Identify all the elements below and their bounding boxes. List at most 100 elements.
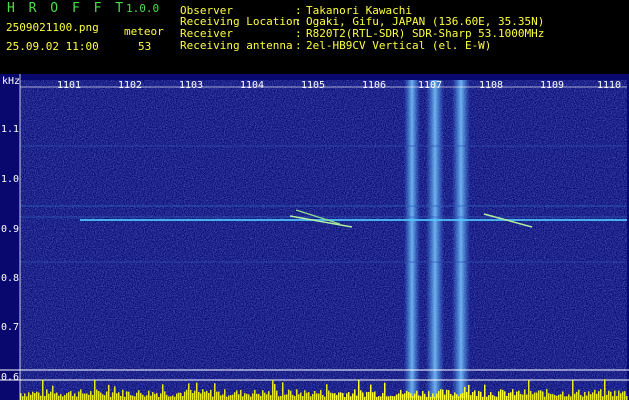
baseline-bar (530, 390, 532, 400)
baseline-bar (538, 390, 540, 400)
baseline-bar (42, 379, 44, 400)
baseline-bar (262, 390, 264, 400)
baseline-bar (30, 394, 32, 400)
baseline-bar (604, 379, 606, 400)
baseline-bar (516, 391, 518, 400)
baseline-bar (340, 392, 342, 400)
baseline-bar (182, 396, 184, 400)
baseline-bar (28, 392, 30, 400)
baseline-bar (176, 393, 178, 400)
baseline-bar (190, 389, 192, 400)
x-tick-label: 1103 (179, 80, 204, 91)
baseline-bar (48, 393, 50, 400)
baseline-bar (512, 389, 514, 400)
baseline-bar (354, 389, 356, 400)
baseline-bar (196, 382, 198, 400)
baseline-bar (470, 395, 472, 400)
baseline-bar (332, 393, 334, 400)
baseline-bar (304, 390, 306, 400)
baseline-bar (432, 393, 434, 400)
baseline-bar (532, 394, 534, 400)
baseline-bar (528, 380, 530, 400)
baseline-bar (360, 390, 362, 400)
baseline-bar (452, 395, 454, 400)
baseline-bar (368, 391, 370, 400)
baseline-bar (260, 395, 262, 400)
baseline-bar (210, 389, 212, 400)
y-tick-label: 1.0 (1, 174, 20, 185)
baseline-bar (86, 393, 88, 400)
baseline-bar (202, 389, 204, 400)
baseline-bar (192, 393, 194, 400)
baseline-bar (388, 396, 390, 400)
baseline-bar (290, 390, 292, 400)
colon: : (295, 39, 302, 52)
baseline-bar (146, 395, 148, 400)
baseline-bar (400, 389, 402, 400)
baseline-bar (170, 396, 172, 400)
baseline-bar (576, 391, 578, 400)
baseline-bar (398, 393, 400, 400)
baseline-bar (294, 395, 296, 400)
baseline-bar (454, 392, 456, 400)
baseline-bar (610, 391, 612, 400)
baseline-bar (594, 389, 596, 400)
baseline-bar (276, 390, 278, 400)
baseline-bar (546, 389, 548, 400)
baseline-bar (540, 390, 542, 400)
baseline-bar (58, 395, 60, 400)
baseline-bar (282, 382, 284, 400)
baseline-bar (374, 391, 376, 400)
baseline-bar (514, 395, 516, 400)
baseline-bar (200, 393, 202, 400)
baseline-bar (68, 392, 70, 400)
baseline-bar (592, 392, 594, 400)
baseline-bar (552, 394, 554, 400)
baseline-bar (96, 389, 98, 400)
baseline-bar (612, 396, 614, 400)
baseline-bar (134, 396, 136, 400)
baseline-bar (218, 391, 220, 400)
baseline-bar (184, 391, 186, 400)
baseline-bar (224, 389, 226, 400)
x-tick-label: 1108 (479, 80, 504, 91)
baseline-bar (608, 390, 610, 400)
baseline-bar (548, 393, 550, 400)
baseline-bar (476, 395, 478, 400)
baseline-bar (256, 393, 258, 400)
baseline-bar (582, 396, 584, 400)
baseline-bar (80, 389, 82, 400)
baseline-bar (316, 393, 318, 400)
baseline-bar (418, 395, 420, 400)
baseline-bar (222, 394, 224, 400)
baseline-bar (38, 392, 40, 400)
baseline-bar (356, 395, 358, 400)
baseline-bar (320, 389, 322, 400)
antenna-value: 2el-HB9CV Vertical (el. E-W) (306, 39, 492, 52)
baseline-bar (52, 385, 54, 400)
baseline-bar (258, 393, 260, 400)
baseline-bar (312, 393, 314, 400)
baseline-bar (206, 390, 208, 400)
baseline-bar (54, 393, 56, 400)
baseline-bar (50, 391, 52, 400)
baseline-bar (106, 391, 108, 400)
y-tick-label: 0.9 (1, 224, 20, 235)
unit-label: kHz (2, 76, 21, 87)
baseline-bar (274, 383, 276, 400)
baseline-bar (66, 393, 68, 400)
baseline-bar (44, 396, 46, 400)
baseline-bar (620, 393, 622, 400)
baseline-bar (336, 395, 338, 400)
baseline-bar (506, 395, 508, 400)
baseline-bar (436, 393, 438, 400)
baseline-bar (90, 391, 92, 400)
baseline-bar (500, 389, 502, 400)
baseline-bar (474, 390, 476, 400)
baseline-bar (26, 396, 28, 400)
baseline-bar (214, 383, 216, 400)
x-tick-label: 1110 (597, 80, 622, 91)
baseline-bar (36, 391, 38, 400)
baseline-bar (308, 392, 310, 400)
baseline-bar (228, 395, 230, 400)
